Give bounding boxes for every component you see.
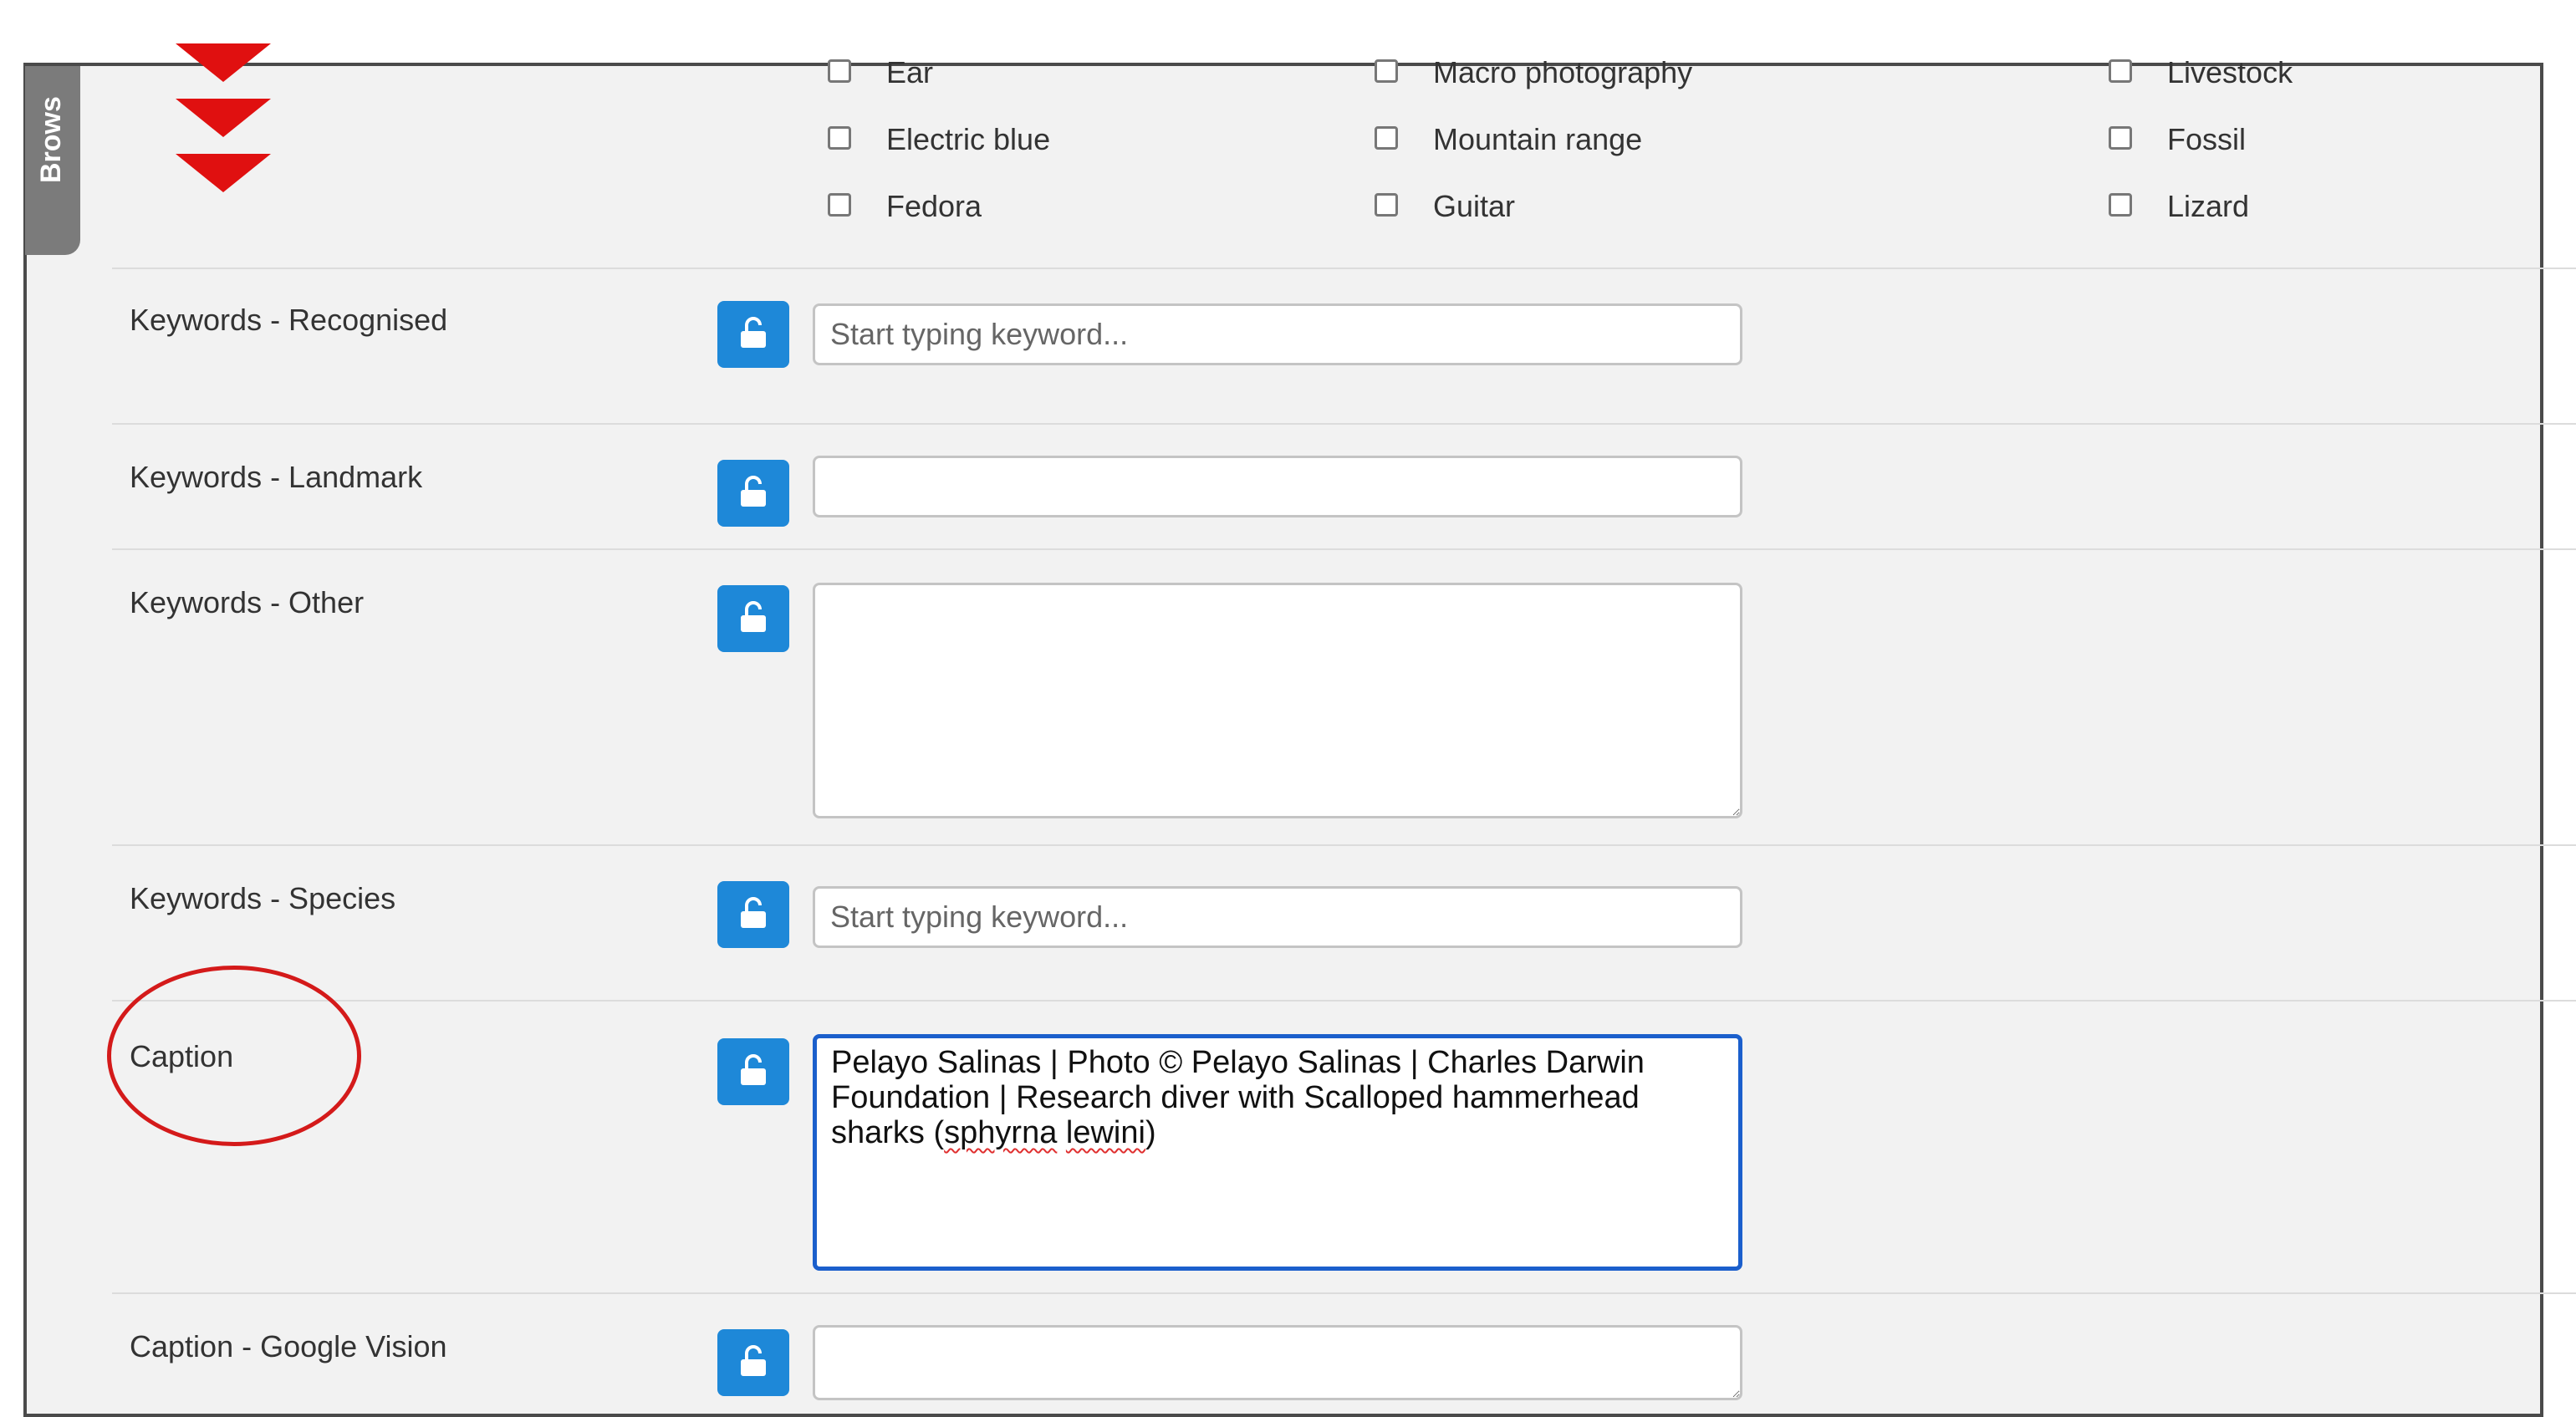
keyword-option[interactable]: Lizard xyxy=(2109,188,2249,225)
keyword-option[interactable]: Livestock xyxy=(2109,54,2293,91)
keyword-option[interactable]: Guitar xyxy=(1375,188,1515,225)
browse-tab-label: Brows xyxy=(35,96,67,183)
keyword-option[interactable]: Fedora xyxy=(828,188,982,225)
checkbox[interactable] xyxy=(1375,193,1398,217)
caption-text: Pelayo Salinas | Photo © Pelayo Salinas … xyxy=(831,1045,1645,1150)
chevron-down-icon xyxy=(176,99,271,137)
checkbox[interactable] xyxy=(2109,126,2132,150)
keyword-option[interactable]: Macro photography xyxy=(1375,54,1692,91)
keywords-landmark-input[interactable] xyxy=(813,456,1742,517)
divider xyxy=(112,268,2576,269)
divider xyxy=(112,1292,2576,1294)
keywords-recognised-input[interactable] xyxy=(813,303,1742,365)
keyword-option[interactable]: Electric blue xyxy=(828,121,1050,158)
field-label: Keywords - Recognised xyxy=(130,303,448,337)
keyword-option[interactable]: Mountain range xyxy=(1375,121,1642,158)
field-label: Keywords - Other xyxy=(130,585,365,619)
lock-toggle-button[interactable] xyxy=(717,1329,789,1396)
lock-toggle-button[interactable] xyxy=(717,1038,789,1105)
lock-toggle-button[interactable] xyxy=(717,585,789,652)
lock-toggle-button[interactable] xyxy=(717,301,789,368)
unlock-icon xyxy=(741,1345,766,1376)
unlock-icon xyxy=(741,601,766,632)
field-label: Caption - Google Vision xyxy=(130,1329,447,1363)
field-label: Keywords - Species xyxy=(130,881,396,915)
browse-side-tab[interactable]: Brows xyxy=(25,66,80,255)
red-circle-annotation xyxy=(107,966,361,1146)
keywords-species-input[interactable] xyxy=(813,886,1742,948)
checkbox[interactable] xyxy=(1375,59,1398,84)
keywords-other-textarea[interactable] xyxy=(813,583,1742,818)
field-label: Keywords - Landmark xyxy=(130,460,423,494)
keyword-option[interactable]: Ear xyxy=(828,54,933,91)
caption-google-vision-textarea[interactable] xyxy=(813,1325,1742,1400)
lock-toggle-button[interactable] xyxy=(717,460,789,527)
chevron-down-icon xyxy=(176,154,271,192)
chevron-down-icon xyxy=(176,43,271,82)
divider xyxy=(112,548,2576,550)
unlock-icon xyxy=(741,317,766,348)
checkbox[interactable] xyxy=(828,193,851,217)
lock-toggle-button[interactable] xyxy=(717,881,789,948)
unlock-icon xyxy=(741,1054,766,1085)
unlock-icon xyxy=(741,897,766,928)
checkbox[interactable] xyxy=(1375,126,1398,150)
keyword-option[interactable]: Fossil xyxy=(2109,121,2246,158)
misspelled-word: lewini xyxy=(1065,1115,1145,1150)
divider xyxy=(112,423,2576,425)
unlock-icon xyxy=(741,476,766,507)
divider xyxy=(112,1000,2576,1002)
misspelled-word: sphyrna xyxy=(944,1115,1058,1150)
checkbox[interactable] xyxy=(2109,59,2132,84)
checkbox[interactable] xyxy=(2109,193,2132,217)
checkbox[interactable] xyxy=(828,59,851,84)
divider xyxy=(112,844,2576,846)
checkbox[interactable] xyxy=(828,126,851,150)
